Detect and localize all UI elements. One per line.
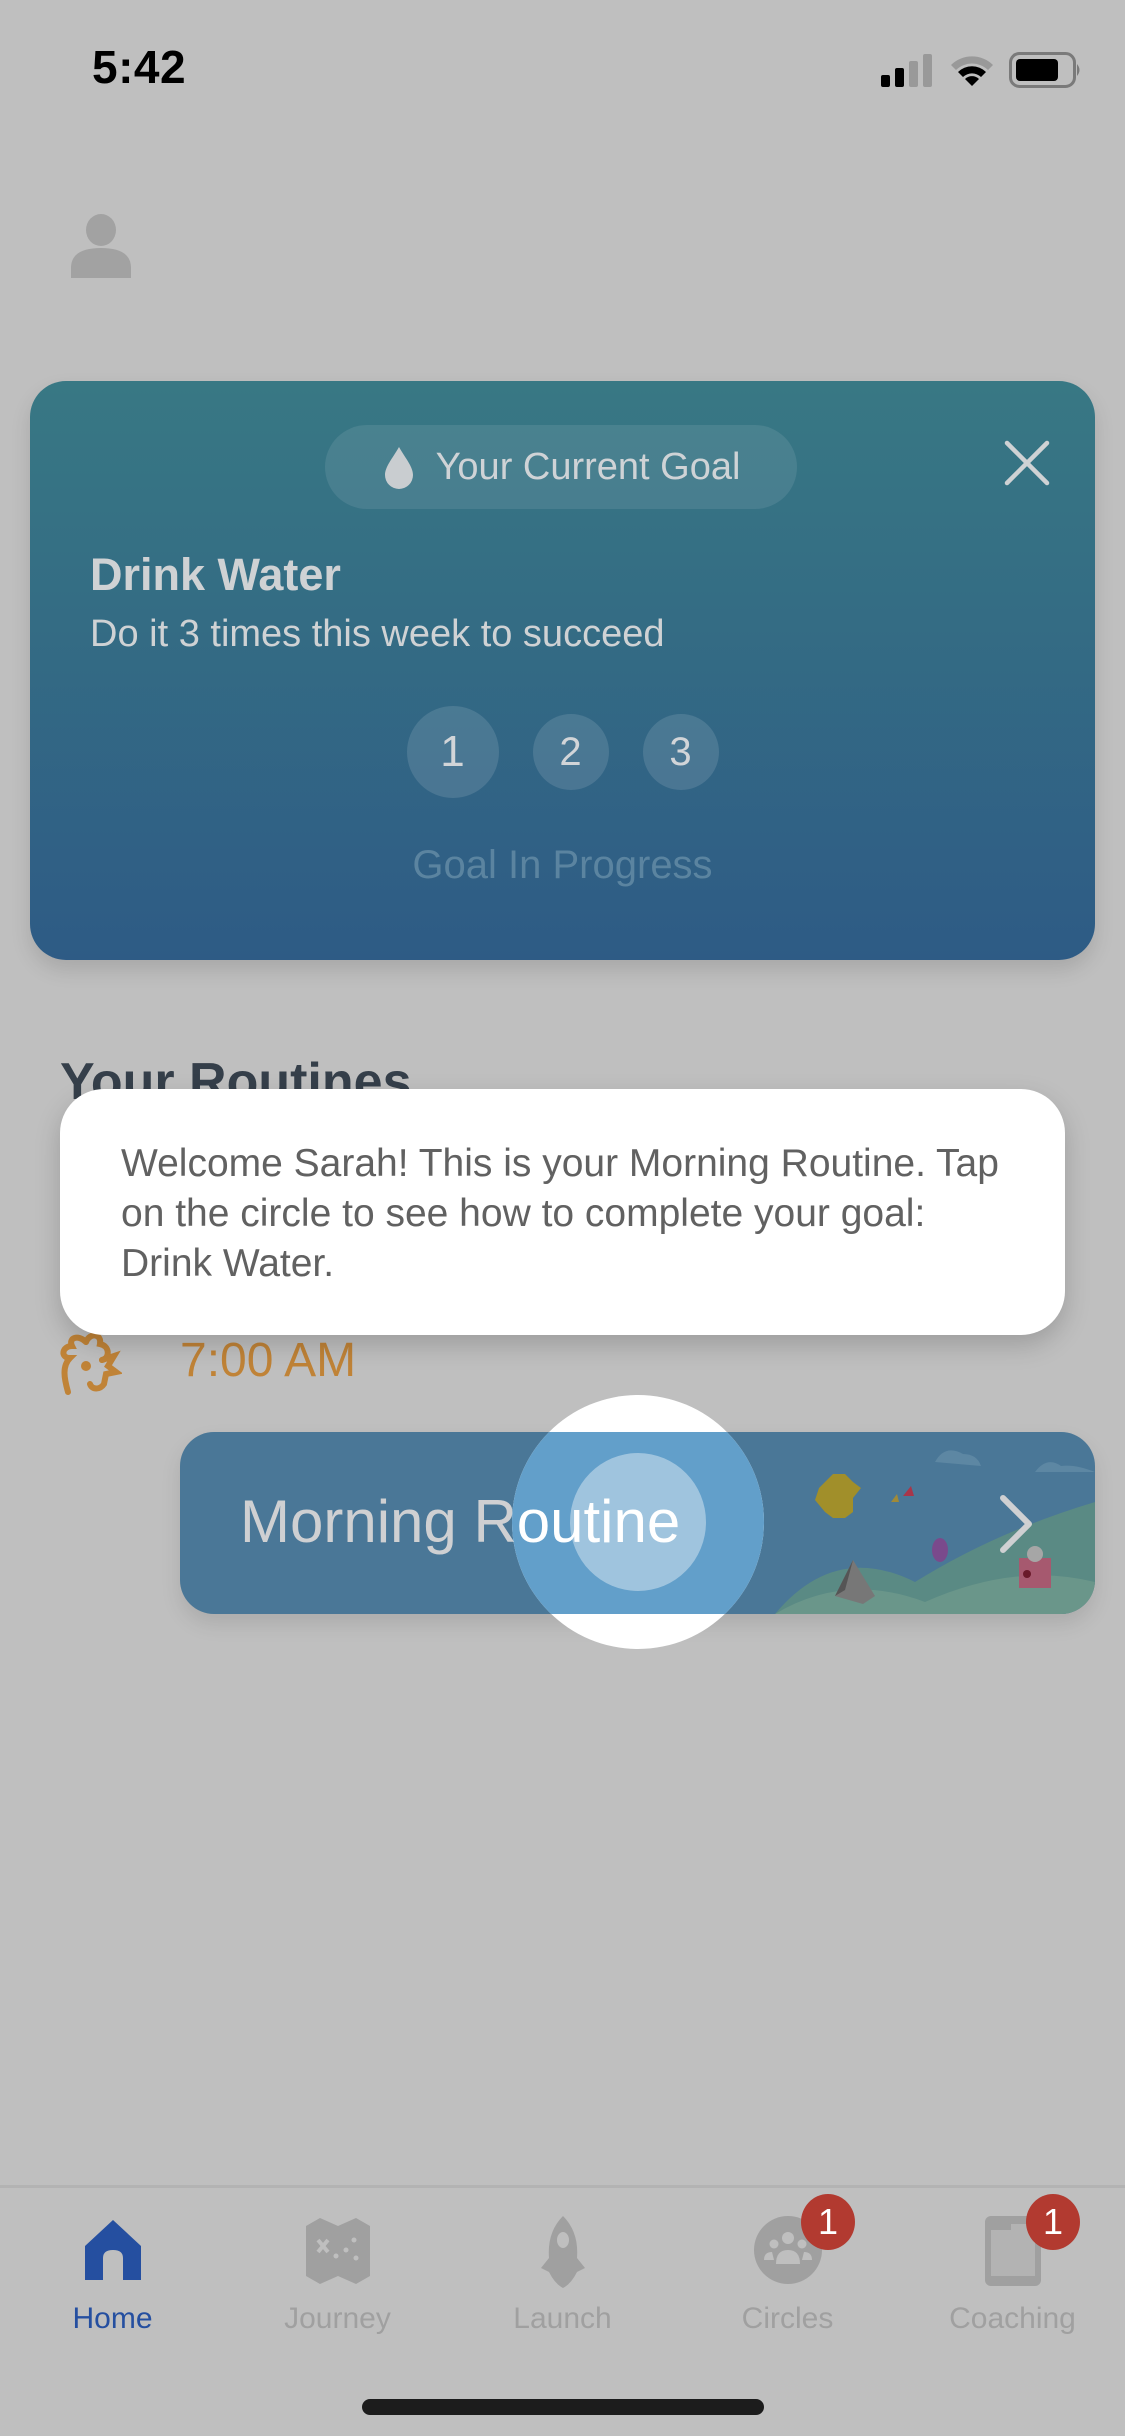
battery-icon — [1009, 52, 1080, 88]
tabbar-divider — [0, 2185, 1125, 2188]
landscape-illustration — [775, 1450, 1095, 1614]
goal-steps: 1 2 3 — [30, 706, 1095, 798]
tab-label: Coaching — [949, 2302, 1076, 2335]
goal-title: Drink Water — [90, 549, 341, 600]
tab-label: Journey — [284, 2302, 391, 2335]
tab-coaching[interactable]: 1 Coaching — [900, 2190, 1125, 2340]
goal-subtitle: Do it 3 times this week to succeed — [90, 613, 665, 655]
notification-badge: 1 — [801, 2194, 855, 2250]
tab-label: Home — [72, 2302, 153, 2335]
notification-badge: 1 — [1026, 2194, 1080, 2250]
signal-icon — [881, 54, 932, 87]
goal-pill: Your Current Goal — [325, 425, 797, 509]
onboarding-tooltip: Welcome Sarah! This is your Morning Rout… — [60, 1089, 1065, 1335]
home-indicator[interactable] — [362, 2399, 764, 2415]
spotlight-target-button[interactable] — [570, 1453, 706, 1591]
goal-step: 3 — [642, 714, 719, 790]
tab-circles[interactable]: 1 Circles — [675, 2190, 900, 2340]
tab-journey[interactable]: Journey — [225, 2190, 450, 2340]
wifi-icon — [951, 56, 993, 86]
tab-home[interactable]: Home — [0, 2190, 225, 2340]
person-icon[interactable] — [68, 212, 134, 278]
status-icons — [881, 52, 1083, 88]
close-icon[interactable] — [1001, 437, 1053, 489]
routine-time: 7:00 AM — [180, 1334, 357, 1387]
goal-step: 2 — [532, 714, 609, 790]
goal-pill-label: Your Current Goal — [435, 445, 741, 488]
home-icon — [84, 2220, 141, 2280]
tab-bar: Home Journey Launch 1 Circles 1 Coaching — [0, 2190, 1125, 2340]
goal-status: Goal In Progress — [412, 843, 713, 887]
chevron-right-icon[interactable] — [997, 1494, 1037, 1554]
tab-label: Launch — [513, 2302, 612, 2335]
water-drop-icon — [384, 447, 413, 489]
goal-step: 1 — [406, 706, 499, 798]
rocket-icon — [540, 2216, 585, 2288]
map-icon — [305, 2218, 370, 2284]
tooltip-text: Welcome Sarah! This is your Morning Rout… — [121, 1142, 999, 1285]
status-time: 5:42 — [92, 41, 187, 93]
tab-launch[interactable]: Launch — [450, 2190, 675, 2340]
goal-card: Your Current Goal Drink Water Do it 3 ti… — [30, 381, 1095, 960]
rooster-icon — [60, 1332, 122, 1395]
tab-label: Circles — [741, 2302, 834, 2335]
